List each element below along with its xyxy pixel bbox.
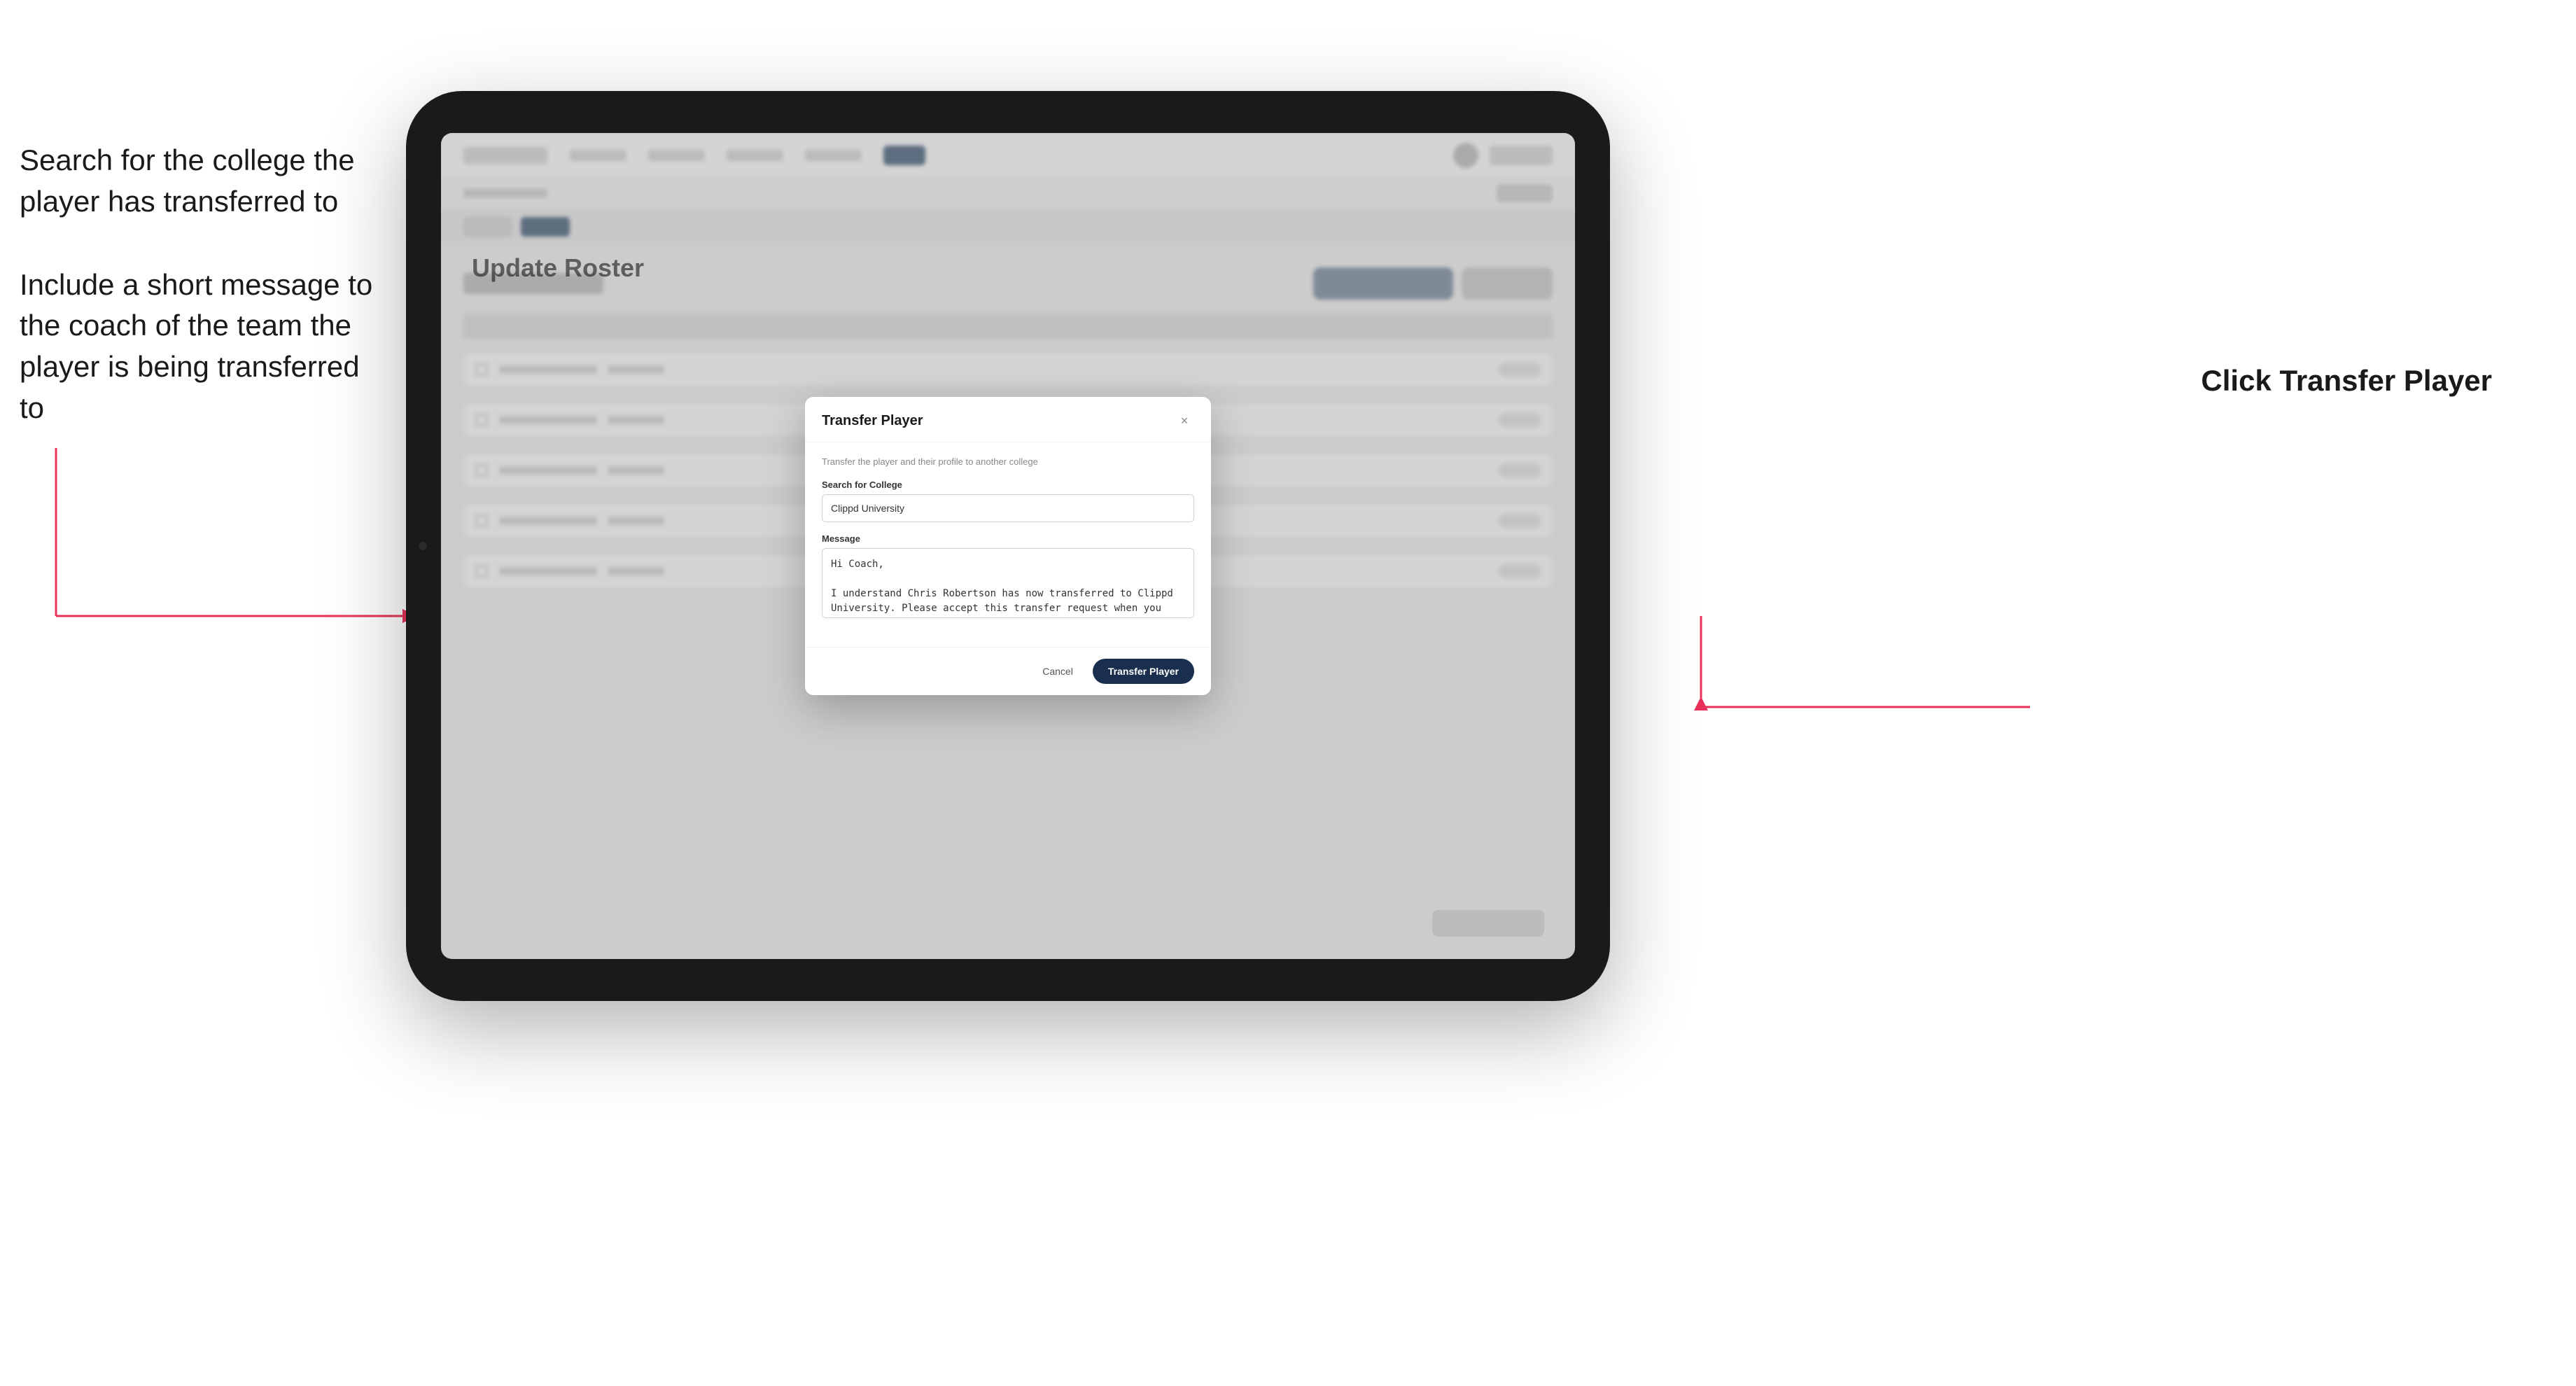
modal-overlay: Transfer Player × Transfer the player an…: [441, 133, 1575, 959]
transfer-player-button[interactable]: Transfer Player: [1093, 659, 1194, 684]
message-textarea[interactable]: Hi Coach, I understand Chris Robertson h…: [822, 548, 1194, 618]
modal-body: Transfer the player and their profile to…: [805, 442, 1211, 647]
tablet-camera: [419, 542, 427, 550]
message-group: Message Hi Coach, I understand Chris Rob…: [822, 533, 1194, 622]
annotation-left: Search for the college the player has tr…: [20, 140, 384, 471]
search-college-input[interactable]: [822, 494, 1194, 522]
annotation-search-text: Search for the college the player has tr…: [20, 140, 384, 223]
tablet-screen: Update Roster Transfer Player × Transfer…: [441, 133, 1575, 959]
modal-header: Transfer Player ×: [805, 397, 1211, 442]
transfer-player-modal: Transfer Player × Transfer the player an…: [805, 397, 1211, 695]
modal-subtitle: Transfer the player and their profile to…: [822, 456, 1194, 467]
search-college-label: Search for College: [822, 479, 1194, 490]
close-icon[interactable]: ×: [1175, 411, 1194, 430]
annotation-click-label: Click: [2201, 364, 2271, 397]
message-label: Message: [822, 533, 1194, 544]
annotation-message-text: Include a short message to the coach of …: [20, 265, 384, 429]
tablet-frame: Update Roster Transfer Player × Transfer…: [406, 91, 1610, 1001]
annotation-transfer-bold: Transfer Player: [2279, 364, 2492, 397]
modal-title: Transfer Player: [822, 413, 923, 429]
cancel-button[interactable]: Cancel: [1031, 660, 1084, 682]
annotation-right: Click Transfer Player: [2201, 364, 2492, 398]
search-college-group: Search for College: [822, 479, 1194, 522]
modal-footer: Cancel Transfer Player: [805, 647, 1211, 695]
